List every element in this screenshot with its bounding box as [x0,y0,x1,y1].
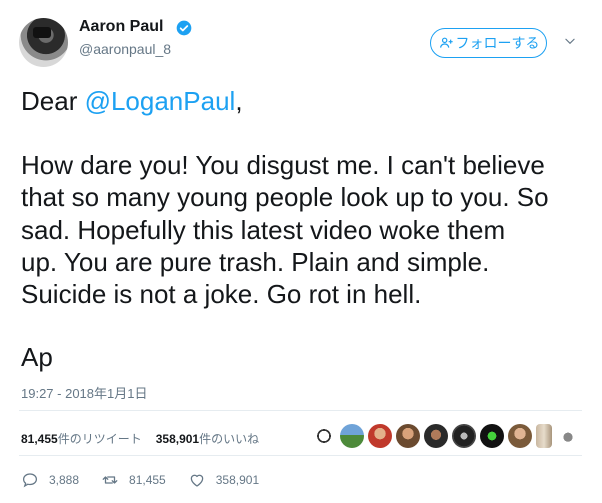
add-user-icon [439,37,453,48]
tweet-card: Aaron Paul @aaronpaul_8 フォローする Dear @Log… [0,0,602,503]
liker-avatar[interactable] [452,424,476,448]
author-name[interactable]: Aaron Paul [79,18,163,36]
verified-badge-icon [176,20,192,36]
tweet-line: Suicide is not a joke. Go rot in hell. [21,279,422,310]
tweet-body: How dare you! You disgust me. I can't be… [21,149,549,310]
likes-stat[interactable]: 358,901件のいいね [156,430,259,447]
like-count: 358,901 [215,473,260,487]
tweet-stats: 81,455件のリツイート 358,901件のいいね [21,430,259,447]
chevron-down-icon[interactable] [563,34,577,48]
reply-count: 3,888 [49,473,80,487]
follow-button[interactable]: フォローする [430,28,547,58]
greeting-prefix: Dear [21,86,85,116]
liker-avatar[interactable] [424,424,448,448]
liker-avatar[interactable] [536,424,552,448]
reply-button[interactable]: 3,888 [21,471,79,489]
reply-icon [22,473,38,488]
likes-label: 件のいいね [199,432,260,446]
tweet-signature: Ap [21,342,53,372]
liker-avatar[interactable] [340,424,364,448]
tweet-timestamp[interactable]: 19:27 - 2018年1月1日 [21,383,147,402]
tweet-greeting: Dear @LoganPaul, [21,86,243,117]
tweet-line: sad. Hopefully this latest video woke th… [21,214,506,245]
likes-count: 358,901 [155,432,200,446]
tweet-line: that so many young people look up to you… [21,182,549,213]
like-button[interactable]: 358,901 [188,471,259,489]
liker-avatar[interactable] [312,424,336,448]
liker-avatar[interactable] [508,424,532,448]
liker-avatar[interactable] [480,424,504,448]
retweet-icon [102,476,118,484]
liker-avatar[interactable] [396,424,420,448]
avatar[interactable] [19,18,68,67]
divider [19,410,582,411]
retweets-count: 81,455 [21,432,58,446]
mention-link[interactable]: @LoganPaul [85,86,236,116]
divider [19,455,582,456]
tweet-line: up. You are pure trash. Plain and simple… [21,246,490,277]
greeting-suffix: , [235,86,243,116]
heart-icon [190,474,203,487]
liker-avatars [312,424,580,448]
liker-avatar[interactable] [368,424,392,448]
retweet-button[interactable]: 81,455 [101,471,166,489]
retweet-count: 81,455 [129,473,166,487]
liker-avatar[interactable] [556,424,580,448]
tweet-actions: 3,888 81,455 358,901 [21,471,281,489]
retweets-label: 件のリツイート [57,432,142,446]
retweets-stat[interactable]: 81,455件のリツイート [21,430,142,447]
author-handle[interactable]: @aaronpaul_8 [79,41,171,57]
tweet-line: How dare you! You disgust me. I can't be… [21,150,545,180]
follow-button-label: フォローする [455,35,540,51]
